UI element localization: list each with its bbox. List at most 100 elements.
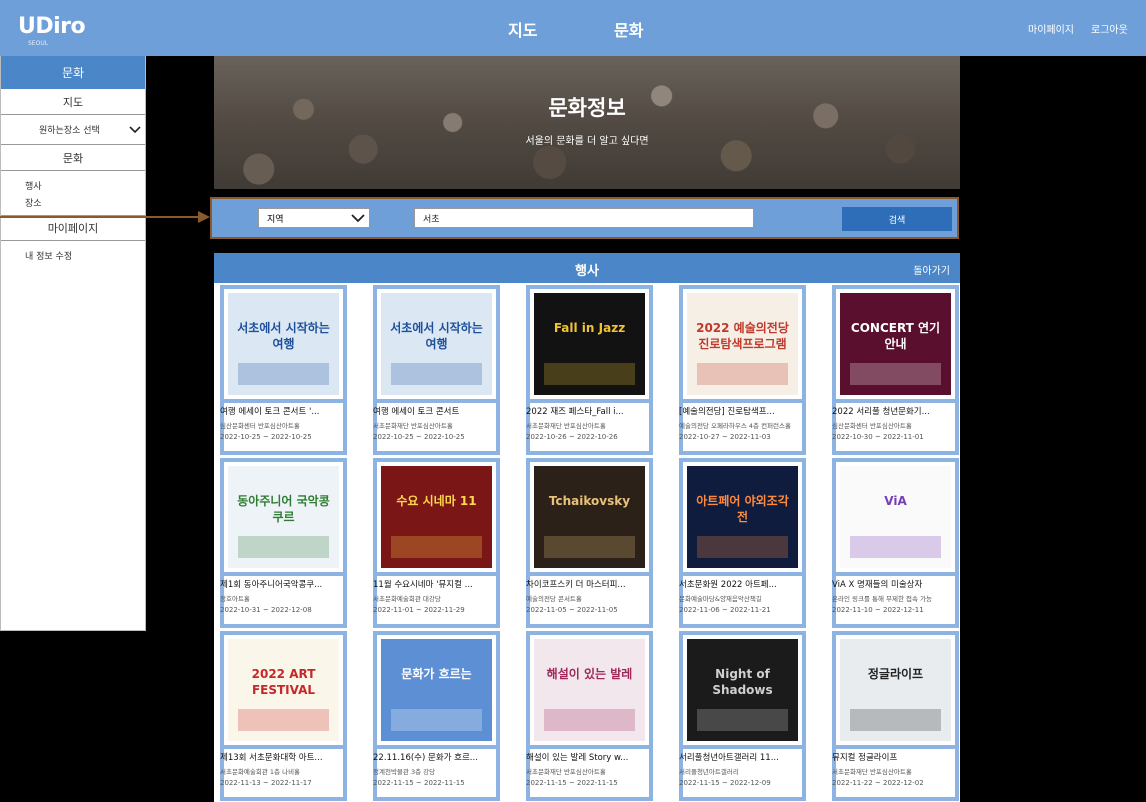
event-date: 2022-11-10 ~ 2022-12-11 bbox=[832, 606, 924, 614]
poster-image: 해설이 있는 발레 bbox=[534, 639, 645, 741]
event-title[interactable]: 여행 에세이 토크 콘서트 '... bbox=[220, 405, 360, 417]
event-poster[interactable]: 2022 예술의전당 진로탐색프로그램 bbox=[679, 285, 806, 403]
event-date: 2022-10-25 ~ 2022-10-25 bbox=[373, 433, 465, 441]
event-date: 2022-10-26 ~ 2022-10-26 bbox=[526, 433, 618, 441]
event-card[interactable]: 정글라이프 뮤지컬 정글라이프 서초문화재단 반포심산아트홀 2022-11-22 ~… bbox=[832, 631, 960, 801]
event-card[interactable]: Night of Shadows 서리풀청년아트갤러리 11... 서리풀청년아트갤… bbox=[679, 631, 806, 801]
event-poster[interactable]: Night of Shadows bbox=[679, 631, 806, 749]
poster-decoration bbox=[850, 363, 941, 385]
events-panel: 행사 돌아가기 서초에서 시작하는 여행 여행 에세이 토크 콘서트 '... 심산… bbox=[214, 253, 960, 802]
poster-text: 2022 예술의전당 진로탐색프로그램 bbox=[696, 321, 789, 351]
event-title[interactable]: 22.11.16(수) 문화가 흐르... bbox=[373, 751, 513, 763]
event-date: 2022-10-25 ~ 2022-10-25 bbox=[220, 433, 312, 441]
event-card[interactable]: 수요 시네마 11 11월 수요시네마 '뮤지컬 ... 서초문화예술회관 대강당 2… bbox=[373, 458, 500, 628]
event-card[interactable]: ViA ViA X 명재들의 미술상자 온라인 링크를 통해 무제한 접속 가능 20… bbox=[832, 458, 960, 628]
nav-culture[interactable]: 문화 bbox=[614, 17, 643, 41]
event-poster[interactable]: 수요 시네마 11 bbox=[373, 458, 500, 576]
poster-text: Night of Shadows bbox=[712, 667, 773, 697]
event-title[interactable]: ViA X 명재들의 미술상자 bbox=[832, 578, 960, 590]
event-card[interactable]: Tchaikovsky 차이코프스키 더 마스터피... 예술의전당 콘서트홀 202… bbox=[526, 458, 653, 628]
poster-decoration bbox=[391, 709, 482, 731]
event-title[interactable]: 서초문화원 2022 아트페... bbox=[679, 578, 819, 590]
event-card[interactable]: 서초에서 시작하는 여행 여행 에세이 토크 콘서트 '... 심산문화센터 반포심… bbox=[220, 285, 347, 455]
poster-decoration bbox=[544, 363, 635, 385]
event-title[interactable]: 서리풀청년아트갤러리 11... bbox=[679, 751, 819, 763]
event-title[interactable]: 여행 에세이 토크 콘서트 bbox=[373, 405, 513, 417]
event-card[interactable]: CONCERT 연기 안내 2022 서리풀 청년문화기... 심산문화센터 반포심… bbox=[832, 285, 960, 455]
event-poster[interactable]: 문화가 흐르는 bbox=[373, 631, 500, 749]
event-card[interactable]: 동아주니어 국악콩쿠르 제1회 동아주니어국악콩쿠... 정호아트홀 2022-10-… bbox=[220, 458, 347, 628]
sidebar-item-culture-active[interactable]: 문화 bbox=[1, 56, 145, 89]
event-title[interactable]: 2022 서리풀 청년문화기... bbox=[832, 405, 960, 417]
event-place: 예술의전당 콘서트홀 bbox=[526, 595, 582, 603]
event-poster[interactable]: 정글라이프 bbox=[832, 631, 959, 749]
event-card[interactable]: 아트페어 야외조각전 서초문화원 2022 아트페... 문화예술마당&양재음악산책… bbox=[679, 458, 806, 628]
chevron-down-icon bbox=[129, 125, 141, 133]
event-place: 정계천박물관 3층 강당 bbox=[373, 768, 436, 776]
poster-image: Fall in Jazz bbox=[534, 293, 645, 395]
chevron-down-icon bbox=[351, 213, 365, 222]
event-poster[interactable]: 2022 ART FESTIVAL bbox=[220, 631, 347, 749]
event-poster[interactable]: Tchaikovsky bbox=[526, 458, 653, 576]
back-link[interactable]: 돌아가기 bbox=[913, 262, 950, 277]
hero-banner: 문화정보 서울의 문화를 더 알고 싶다면 bbox=[214, 56, 960, 189]
sidebar-item-places[interactable]: 장소 bbox=[1, 194, 145, 211]
poster-image: 아트페어 야외조각전 bbox=[687, 466, 798, 568]
poster-decoration bbox=[238, 709, 329, 731]
event-title[interactable]: 2022 재즈 페스타_Fall i... bbox=[526, 405, 666, 417]
search-button[interactable]: 검색 bbox=[842, 207, 952, 231]
sidebar-item-events[interactable]: 행사 bbox=[1, 177, 145, 194]
event-poster[interactable]: ViA bbox=[832, 458, 959, 576]
event-poster[interactable]: 동아주니어 국악콩쿠르 bbox=[220, 458, 347, 576]
nav-map[interactable]: 지도 bbox=[508, 17, 537, 41]
event-title[interactable]: [예술의전당] 진로탐색프... bbox=[679, 405, 819, 417]
search-bar: 지역 검색 bbox=[210, 197, 959, 239]
search-input[interactable] bbox=[414, 208, 754, 228]
sidebar-heading-culture[interactable]: 문화 bbox=[1, 145, 145, 171]
udiro-logo[interactable]: UDiro bbox=[18, 14, 86, 39]
poster-image: 수요 시네마 11 bbox=[381, 466, 492, 568]
hero-subtitle: 서울의 문화를 더 알고 싶다면 bbox=[525, 136, 649, 147]
logo-subtitle: SEOUL bbox=[28, 40, 49, 47]
logout-link[interactable]: 로그아웃 bbox=[1091, 21, 1128, 36]
mypage-link[interactable]: 마이페이지 bbox=[1028, 21, 1074, 36]
region-select-value: 지역 bbox=[267, 214, 284, 225]
event-place: 서초문화재단 반포심산아트홀 bbox=[832, 768, 912, 776]
poster-decoration bbox=[544, 709, 635, 731]
event-poster[interactable]: CONCERT 연기 안내 bbox=[832, 285, 959, 403]
event-poster[interactable]: 서초에서 시작하는 여행 bbox=[373, 285, 500, 403]
place-select-dropdown[interactable]: 원하는장소 선택 bbox=[1, 115, 145, 145]
sidebar-heading-mypage[interactable]: 마이페이지 bbox=[1, 215, 145, 241]
event-place: 심산문화센터 반포심산아트홀 bbox=[832, 422, 912, 430]
sidebar-item-edit-info[interactable]: 내 정보 수정 bbox=[1, 247, 145, 264]
poster-text: 수요 시네마 11 bbox=[396, 494, 477, 508]
poster-decoration bbox=[850, 709, 941, 731]
sidebar: 문화 지도 원하는장소 선택 문화 행사 장소 마이페이지 내 정보 수정 bbox=[0, 56, 146, 631]
poster-decoration bbox=[391, 363, 482, 385]
event-title[interactable]: 제13회 서초문화대학 아트... bbox=[220, 751, 360, 763]
event-title[interactable]: 차이코프스키 더 마스터피... bbox=[526, 578, 666, 590]
event-title[interactable]: 해설이 있는 발레 Story w... bbox=[526, 751, 666, 763]
place-select-label: 원하는장소 선택 bbox=[39, 126, 100, 136]
poster-decoration bbox=[238, 363, 329, 385]
event-card[interactable]: 해설이 있는 발레 해설이 있는 발레 Story w... 서초문화재단 반포심산… bbox=[526, 631, 653, 801]
poster-decoration bbox=[697, 363, 788, 385]
event-card[interactable]: 2022 ART FESTIVAL 제13회 서초문화대학 아트... 서초문화예술… bbox=[220, 631, 347, 801]
event-card[interactable]: 서초에서 시작하는 여행 여행 에세이 토크 콘서트 서초문화재단 반포심산아트홀 2… bbox=[373, 285, 500, 455]
event-poster[interactable]: 해설이 있는 발레 bbox=[526, 631, 653, 749]
sidebar-heading-map[interactable]: 지도 bbox=[1, 89, 145, 115]
event-title[interactable]: 11월 수요시네마 '뮤지컬 ... bbox=[373, 578, 513, 590]
event-card[interactable]: Fall in Jazz 2022 재즈 페스타_Fall i... 서초문화재단 … bbox=[526, 285, 653, 455]
event-poster[interactable]: 서초에서 시작하는 여행 bbox=[220, 285, 347, 403]
poster-image: 정글라이프 bbox=[840, 639, 951, 741]
event-card[interactable]: 문화가 흐르는 22.11.16(수) 문화가 흐르... 정계천박물관 3층 강당… bbox=[373, 631, 500, 801]
event-poster[interactable]: Fall in Jazz bbox=[526, 285, 653, 403]
event-title[interactable]: 뮤지컬 정글라이프 bbox=[832, 751, 960, 763]
poster-text: 정글라이프 bbox=[867, 667, 924, 681]
event-poster[interactable]: 아트페어 야외조각전 bbox=[679, 458, 806, 576]
region-select[interactable]: 지역 bbox=[258, 208, 370, 228]
annotation-arrow-line bbox=[0, 216, 200, 218]
event-card[interactable]: 2022 예술의전당 진로탐색프로그램 [예술의전당] 진로탐색프... 예술의전당… bbox=[679, 285, 806, 455]
top-navigation-bar: UDiro SEOUL 지도 문화 마이페이지 로그아웃 bbox=[0, 0, 1146, 56]
event-title[interactable]: 제1회 동아주니어국악콩쿠... bbox=[220, 578, 360, 590]
